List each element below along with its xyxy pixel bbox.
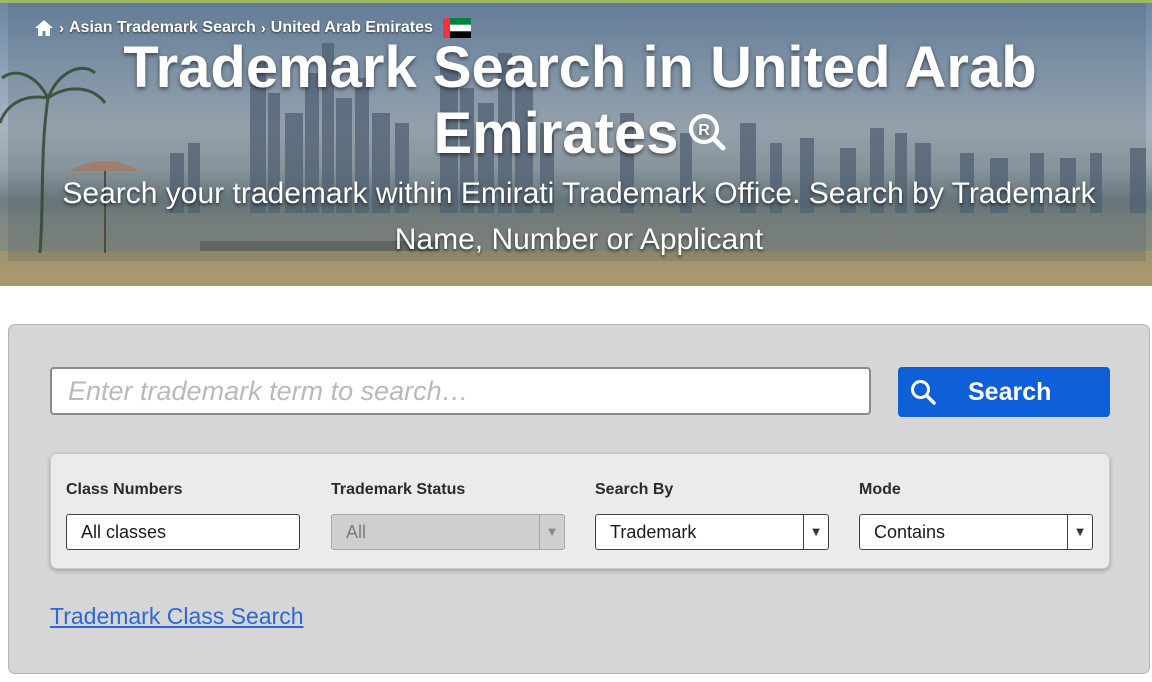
chevron-down-icon[interactable]: ▼ [803,515,828,549]
filter-mode: Mode Contains ▼ [859,480,1093,550]
page-title: Trademark Search in United Arab Emirates… [80,35,1080,167]
class-numbers-input[interactable]: All classes [66,514,300,550]
filter-label: Trademark Status [331,481,466,498]
page-subtitle: Search your trademark within Emirati Tra… [62,177,1096,256]
registered-search-icon: R [687,100,727,166]
search-by-select[interactable]: Trademark ▼ [595,514,829,550]
home-icon[interactable] [34,19,54,37]
search-panel: Search Class Numbers All classes Tradema… [8,324,1150,674]
trademark-status-select: All ▼ [331,514,565,550]
chevron-down-icon: ▼ [539,515,564,549]
filter-label: Search By [595,481,674,498]
search-by-value: Trademark [610,522,697,542]
search-icon [910,379,936,405]
hero-banner: › Asian Trademark Search › United Arab E… [0,0,1152,286]
search-input[interactable] [50,367,871,415]
filter-label: Mode [859,481,901,498]
filter-class-numbers: Class Numbers All classes [66,480,300,550]
svg-text:R: R [698,122,710,139]
mode-value: Contains [874,522,946,542]
class-numbers-value: All classes [81,522,167,542]
page-title-text: Trademark Search in United Arab Emirates [123,35,1037,166]
breadcrumb-separator: › [59,19,64,37]
search-button-label: Search [968,377,1052,406]
trademark-status-value: All [346,522,367,542]
trademark-class-search-link[interactable]: Trademark Class Search [50,603,304,630]
chevron-down-icon[interactable]: ▼ [1067,515,1092,549]
breadcrumb-separator: › [260,19,266,37]
search-filters: Class Numbers All classes Trademark Stat… [50,453,1110,569]
filter-search-by: Search By Trademark ▼ [595,480,829,550]
filter-label: Class Numbers [66,481,183,498]
filter-trademark-status: Trademark Status All ▼ [331,480,565,550]
search-button[interactable]: Search [898,367,1110,417]
mode-select[interactable]: Contains ▼ [859,514,1093,550]
